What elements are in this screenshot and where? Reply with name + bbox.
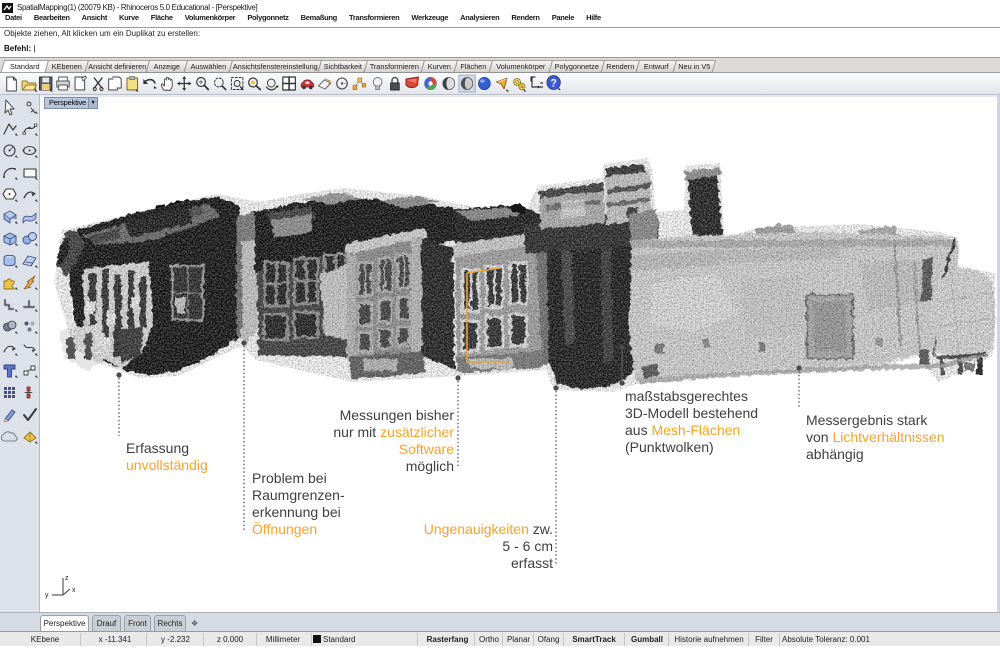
svg-text:Volumenkörper: Volumenkörper	[496, 62, 546, 71]
svg-text:Ansichtsfenstereinstellung: Ansichtsfenstereinstellung	[233, 62, 318, 71]
svg-text:?: ?	[550, 77, 556, 89]
svg-text:Flächen: Flächen	[460, 62, 486, 71]
svg-text:Rendern: Rendern	[606, 62, 634, 71]
svg-text:Anzeige: Anzeige	[154, 62, 180, 71]
svg-text:KEbenen: KEbenen	[52, 62, 82, 71]
svg-text:Entwurf: Entwurf	[644, 62, 670, 71]
svg-text:Auswählen: Auswählen	[190, 62, 226, 71]
svg-text:Transformieren: Transformieren	[370, 62, 419, 71]
svg-text:Standard: Standard	[10, 62, 40, 71]
svg-text:Sichtbarkeit: Sichtbarkeit	[324, 62, 362, 71]
svg-text:Ansicht definieren: Ansicht definieren	[88, 62, 146, 71]
svg-text:Polygonnetze: Polygonnetze	[555, 62, 599, 71]
svg-text:Neu in V5: Neu in V5	[678, 62, 710, 71]
svg-text:Kurven: Kurven	[428, 62, 451, 71]
